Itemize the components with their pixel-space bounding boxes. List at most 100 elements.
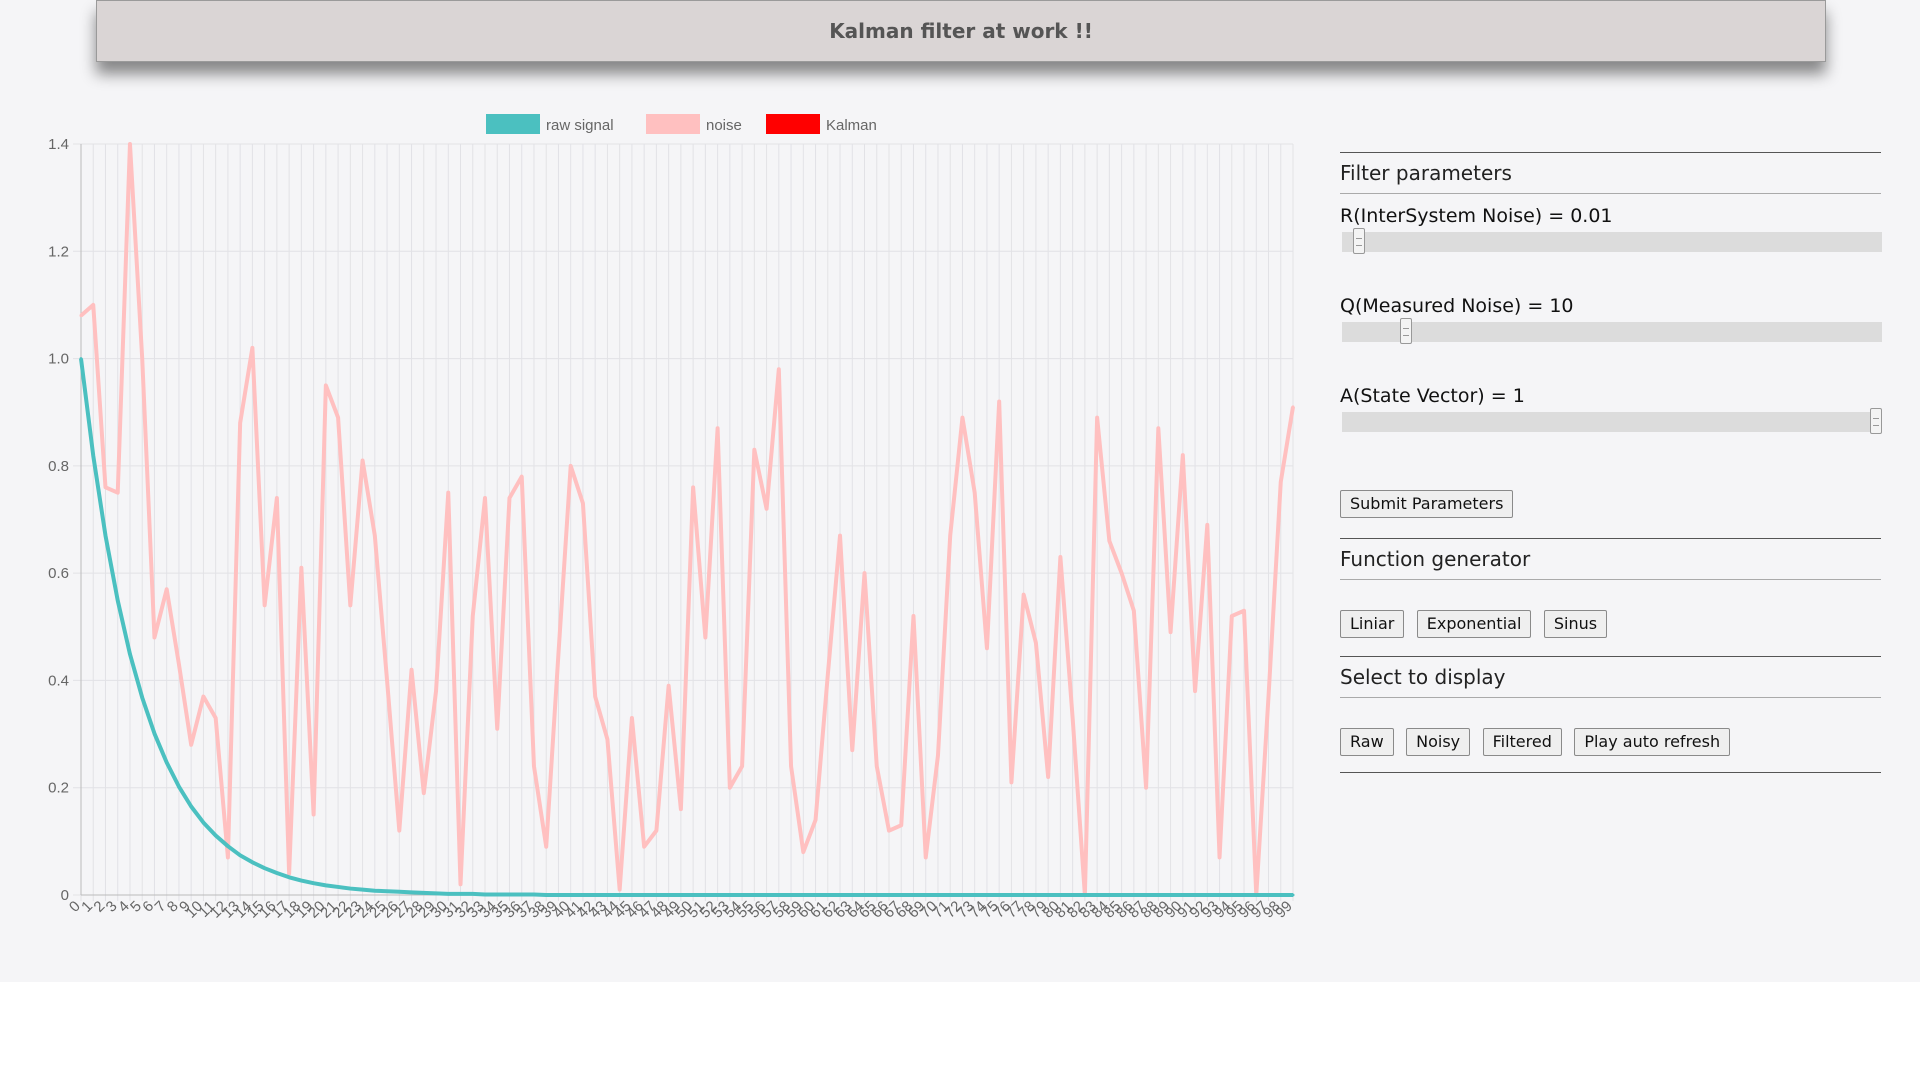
data-point-raw-signal bbox=[471, 892, 475, 896]
data-point-noise bbox=[287, 872, 291, 876]
data-point-raw-signal bbox=[250, 860, 254, 864]
data-point-raw-signal bbox=[605, 893, 609, 897]
data-point-noise bbox=[728, 786, 732, 790]
data-point-noise bbox=[997, 399, 1001, 403]
data-point-noise bbox=[887, 829, 891, 833]
data-point-noise bbox=[985, 646, 989, 650]
data-point-noise bbox=[899, 823, 903, 827]
data-point-noise bbox=[1046, 775, 1050, 779]
data-point-noise bbox=[691, 485, 695, 489]
data-point-noise bbox=[814, 818, 818, 822]
data-point-raw-signal bbox=[1144, 893, 1148, 897]
y-tick-label: 0.2 bbox=[48, 780, 69, 797]
data-point-noise bbox=[765, 507, 769, 511]
data-point-raw-signal bbox=[385, 889, 389, 893]
data-point-noise bbox=[1009, 780, 1013, 784]
data-point-noise bbox=[654, 829, 658, 833]
data-point-noise bbox=[630, 716, 634, 720]
param-q-label: Q(Measured Noise) = 10 bbox=[1340, 295, 1574, 317]
param-a-slider[interactable] bbox=[1342, 408, 1882, 434]
data-point-noise bbox=[483, 496, 487, 500]
data-point-raw-signal bbox=[642, 893, 646, 897]
param-r-label: R(InterSystem Noise) = 0.01 bbox=[1340, 205, 1613, 227]
data-point-noise bbox=[1218, 855, 1222, 859]
data-point-noise bbox=[348, 603, 352, 607]
data-point-raw-signal bbox=[1120, 893, 1124, 897]
data-point-raw-signal bbox=[544, 893, 548, 897]
data-point-raw-signal bbox=[103, 534, 107, 538]
play-auto-refresh-button[interactable]: Play auto refresh bbox=[1574, 728, 1731, 756]
data-point-noise bbox=[434, 689, 438, 693]
data-point-noise bbox=[201, 695, 205, 699]
data-point-raw-signal bbox=[752, 893, 756, 897]
data-point-noise bbox=[618, 888, 622, 892]
data-point-noise bbox=[777, 367, 781, 371]
data-point-noise bbox=[373, 534, 377, 538]
data-point-raw-signal bbox=[1132, 893, 1136, 897]
data-point-raw-signal bbox=[801, 893, 805, 897]
data-point-noise bbox=[1132, 609, 1136, 613]
data-point-noise bbox=[593, 695, 597, 699]
data-point-noise bbox=[936, 754, 940, 758]
filtered-button[interactable]: Filtered bbox=[1482, 728, 1562, 756]
exponential-button[interactable]: Exponential bbox=[1416, 610, 1532, 638]
data-point-raw-signal bbox=[128, 652, 132, 656]
data-point-noise bbox=[801, 850, 805, 854]
param-q-slider-thumb[interactable] bbox=[1400, 318, 1413, 344]
data-point-noise bbox=[863, 571, 867, 575]
data-point-raw-signal bbox=[1034, 893, 1038, 897]
data-point-noise bbox=[397, 829, 401, 833]
page-header: Kalman filter at work !! bbox=[96, 0, 1826, 62]
data-point-noise bbox=[140, 357, 144, 361]
data-point-raw-signal bbox=[838, 893, 842, 897]
data-point-noise bbox=[740, 764, 744, 768]
submit-parameters-button[interactable]: Submit Parameters bbox=[1340, 490, 1514, 518]
line-chart: 00.20.40.60.81.01.21.4012345678910111213… bbox=[48, 114, 1296, 922]
data-point-noise bbox=[446, 491, 450, 495]
y-tick-label: 1.2 bbox=[48, 243, 69, 260]
data-point-noise bbox=[752, 448, 756, 452]
data-point-raw-signal bbox=[556, 893, 560, 897]
sinus-button[interactable]: Sinus bbox=[1543, 610, 1608, 638]
divider bbox=[1340, 193, 1881, 194]
function-generator-title: Function generator bbox=[1340, 547, 1531, 571]
data-point-noise bbox=[410, 668, 414, 672]
data-point-noise bbox=[336, 416, 340, 420]
data-point-noise bbox=[471, 614, 475, 618]
data-point-raw-signal bbox=[960, 893, 964, 897]
data-point-raw-signal bbox=[716, 893, 720, 897]
data-point-raw-signal bbox=[1193, 893, 1197, 897]
param-r-slider-thumb[interactable] bbox=[1352, 228, 1365, 254]
data-point-raw-signal bbox=[948, 893, 952, 897]
param-a-label: A(State Vector) = 1 bbox=[1340, 385, 1525, 407]
data-point-raw-signal bbox=[422, 891, 426, 895]
data-point-raw-signal bbox=[618, 893, 622, 897]
param-r-slider[interactable] bbox=[1342, 228, 1882, 254]
data-point-raw-signal bbox=[299, 879, 303, 883]
data-point-noise bbox=[1267, 695, 1271, 699]
param-a-slider-thumb[interactable] bbox=[1870, 408, 1882, 434]
data-point-raw-signal bbox=[936, 893, 940, 897]
data-point-raw-signal bbox=[532, 892, 536, 896]
y-tick-label: 0.8 bbox=[48, 458, 69, 475]
chart-area: 0 0.2 0.4 0.6 0.8 1.0 1.2 1.4 0 1 2 3 4 5 6 7 8 9 10 11 12 13… bbox=[0, 100, 1310, 940]
data-point-noise bbox=[1181, 453, 1185, 457]
data-point-noise bbox=[532, 764, 536, 768]
page-title: Kalman filter at work !! bbox=[829, 19, 1093, 43]
data-point-raw-signal bbox=[997, 893, 1001, 897]
data-point-raw-signal bbox=[1046, 893, 1050, 897]
liniar-button[interactable]: Liniar bbox=[1340, 610, 1405, 638]
data-point-noise bbox=[361, 458, 365, 462]
data-point-noise bbox=[189, 743, 193, 747]
noisy-button[interactable]: Noisy bbox=[1406, 728, 1471, 756]
data-point-raw-signal bbox=[520, 892, 524, 896]
data-point-raw-signal bbox=[238, 853, 242, 857]
param-q-slider[interactable] bbox=[1342, 318, 1882, 344]
data-point-noise bbox=[544, 845, 548, 849]
data-point-raw-signal bbox=[263, 866, 267, 870]
data-point-raw-signal bbox=[410, 890, 414, 894]
data-point-noise bbox=[324, 383, 328, 387]
data-point-raw-signal bbox=[1071, 893, 1075, 897]
raw-button[interactable]: Raw bbox=[1340, 728, 1394, 756]
data-point-raw-signal bbox=[91, 454, 95, 458]
